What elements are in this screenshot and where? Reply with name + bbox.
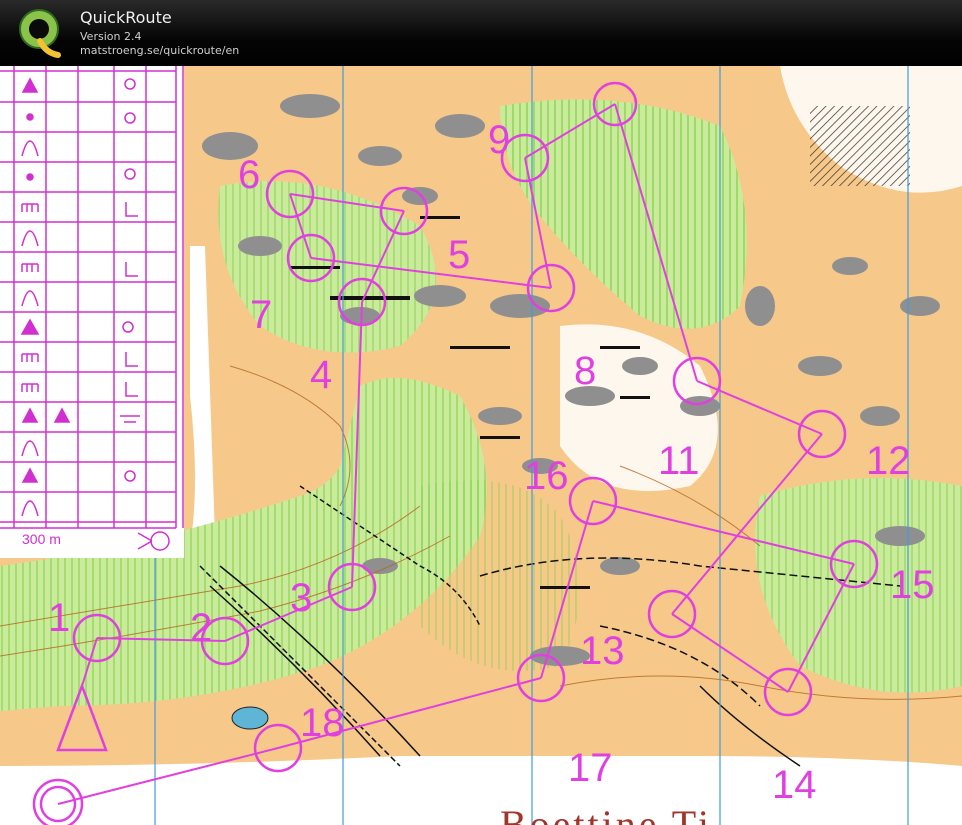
control-number-6: 6 [238, 153, 260, 197]
title-bar: QuickRoute Version 2.4 matstroeng.se/qui… [0, 0, 962, 67]
re-entrant-symbol-icon [21, 140, 39, 157]
app-url-link[interactable]: matstroeng.se/quickroute/en [80, 44, 239, 57]
knoll-symbol-icon [124, 112, 136, 124]
between-symbol-icon [120, 415, 140, 423]
control-description-sheet: 300 m [0, 66, 184, 558]
knoll-symbol-icon [122, 321, 134, 333]
corner-symbol-icon [125, 352, 138, 367]
white-forest-area [0, 756, 962, 825]
triangle-symbol-icon [21, 467, 39, 483]
quickroute-logo-icon [19, 9, 61, 58]
corner-symbol-icon [125, 382, 138, 397]
corner-symbol-icon [125, 202, 138, 217]
quickroute-window: QuickRoute Version 2.4 matstroeng.se/qui… [0, 0, 962, 825]
cliff-symbol-icon [21, 263, 39, 272]
waterhole-symbol-icon [124, 78, 136, 90]
re-entrant-symbol-icon [21, 230, 39, 247]
finish-symbol-icon [150, 531, 170, 551]
app-version: Version 2.4 [80, 30, 142, 43]
bottom-place-label: Boettine Ti... [500, 802, 751, 825]
triangle-symbol-icon [53, 407, 71, 423]
control-number-9: 9 [488, 118, 510, 162]
control-number-14: 14 [772, 763, 817, 807]
lake [231, 706, 269, 730]
re-entrant-symbol-icon [21, 500, 39, 517]
re-entrant-symbol-icon [21, 440, 39, 457]
control-number-5: 5 [448, 233, 470, 277]
control-number-8: 8 [574, 349, 596, 393]
control-number-15: 15 [890, 563, 935, 607]
hatched-area [810, 106, 910, 186]
control-number-16: 16 [524, 454, 569, 498]
app-title: QuickRoute [80, 8, 172, 27]
dot-symbol-icon [26, 173, 34, 181]
control-number-3: 3 [290, 576, 312, 620]
scale-label: 300 m [22, 531, 61, 547]
waterhole-symbol-icon [124, 470, 136, 482]
control-number-12: 12 [866, 439, 911, 483]
control-number-13: 13 [580, 629, 625, 673]
control-number-1: 1 [48, 596, 70, 640]
dot-symbol-icon [26, 113, 34, 121]
corner-symbol-icon [125, 262, 138, 277]
control-number-2: 2 [190, 606, 212, 650]
orienteering-map[interactable]: 1 2 3 4 5 6 7 8 9 11 12 13 14 15 16 17 18 [0, 66, 962, 825]
cliff-symbol-icon [21, 383, 39, 392]
control-number-11: 11 [658, 439, 700, 483]
cliff-symbol-icon [21, 353, 39, 362]
control-number-17: 17 [568, 746, 613, 790]
control-number-7: 7 [250, 293, 272, 337]
boulder-symbol-icon [20, 318, 40, 335]
waterhole-symbol-icon [124, 168, 136, 180]
cliff-symbol-icon [21, 203, 39, 212]
triangle-symbol-icon [21, 407, 39, 423]
control-number-18: 18 [300, 701, 345, 745]
description-grid [0, 66, 184, 551]
control-number-4: 4 [310, 353, 332, 397]
re-entrant-symbol-icon [21, 290, 39, 307]
triangle-symbol-icon [21, 77, 39, 93]
